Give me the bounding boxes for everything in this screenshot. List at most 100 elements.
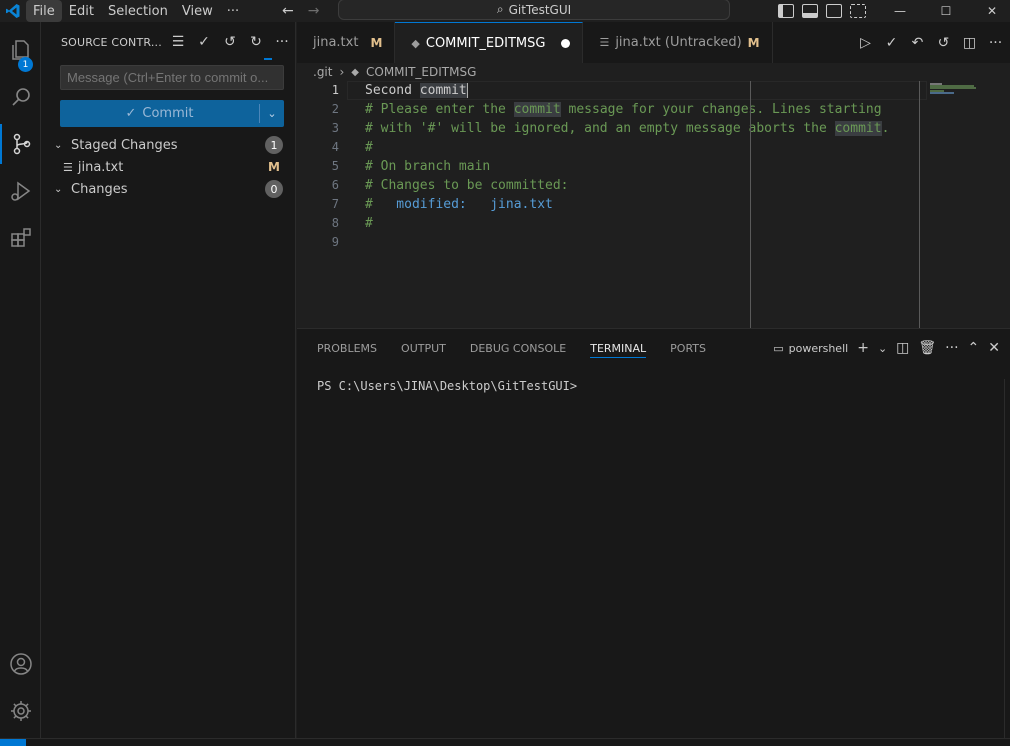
tab-problems[interactable]: PROBLEMS [317, 342, 377, 355]
code-text: # Please enter the [365, 102, 514, 117]
code-line-6: # Changes to be committed: [365, 178, 569, 193]
tab-jina-txt-untracked[interactable]: ☰ jina.txt (Untracked) M [583, 22, 773, 63]
minimap-line [930, 87, 976, 89]
modified-status-badge: M [268, 160, 280, 174]
undo-icon[interactable]: ↶ [909, 35, 926, 51]
check-icon: ✓ [125, 106, 137, 121]
more-actions-icon[interactable]: ··· [945, 340, 958, 356]
code-text: # with '#' will be ignored, and an empty… [365, 121, 835, 136]
commit-dropdown-chevron-icon[interactable]: ⌄ [260, 100, 284, 127]
line-number: 4 [331, 140, 339, 154]
staged-changes-label: Staged Changes [71, 137, 178, 153]
breadcrumb-file[interactable]: COMMIT_EDITMSG [366, 65, 476, 79]
terminal-scrollbar[interactable] [1004, 379, 1010, 739]
code-line-1: Second commit [365, 81, 925, 100]
text-file-icon: ☰ [599, 36, 610, 49]
code-lines: Second commit # Please enter the commit … [365, 81, 925, 252]
accounts-icon[interactable] [0, 644, 41, 684]
commit-check-icon[interactable]: ✓ [191, 34, 217, 50]
code-line-8: # [365, 216, 373, 231]
code-text: message for your changes. Lines starting [560, 102, 882, 117]
commit-message-input[interactable] [60, 65, 284, 90]
chevron-down-icon[interactable]: ⌄ [878, 342, 887, 355]
tab-commit-editmsg[interactable]: ◆ COMMIT_EDITMSG [395, 22, 584, 63]
commit-button[interactable]: ✓ Commit ⌄ [60, 100, 284, 127]
toggle-secondary-sidebar-icon[interactable] [826, 4, 842, 18]
trash-icon[interactable]: 🗑 [918, 340, 936, 356]
breadcrumb-folder[interactable]: .git [313, 65, 332, 79]
split-terminal-icon[interactable]: ◫ [896, 340, 909, 356]
line-number: 6 [331, 178, 339, 192]
maximize-panel-chevron-up-icon[interactable]: ⌃ [968, 340, 980, 356]
tab-debug-console[interactable]: DEBUG CONSOLE [470, 342, 566, 355]
vscode-logo-icon [0, 0, 26, 22]
word-highlight: commit [513, 102, 561, 117]
staged-file-name: jina.txt [77, 159, 124, 175]
remote-indicator[interactable] [0, 739, 26, 746]
history-icon[interactable]: ↺ [217, 34, 243, 50]
changes-group[interactable]: ⌄ Changes 0 [41, 178, 295, 200]
menu-selection[interactable]: Selection [101, 0, 175, 22]
more-actions-icon[interactable]: ··· [987, 35, 1004, 51]
close-panel-icon[interactable]: ✕ [988, 340, 1000, 356]
close-window-button[interactable]: ✕ [969, 0, 1010, 22]
maximize-button[interactable]: ☐ [923, 0, 969, 22]
tab-ports[interactable]: PORTS [670, 342, 706, 355]
unsaved-dot-icon[interactable] [561, 38, 571, 48]
command-center-search[interactable]: ⌕ GitTestGUI [338, 0, 730, 20]
code-line-2: # Please enter the commit message for yo… [365, 100, 925, 119]
editor-ruler [750, 81, 751, 328]
status-bar [0, 738, 1010, 746]
tab-modified-badge: M [747, 35, 760, 50]
explorer-badge: 1 [18, 57, 33, 72]
changes-count-badge: 0 [265, 180, 283, 198]
source-control-icon[interactable] [0, 124, 41, 164]
minimize-button[interactable]: — [877, 0, 923, 22]
line-number: 1 [331, 83, 339, 97]
menu-more[interactable]: ··· [220, 0, 246, 22]
back-arrow-icon[interactable]: ← [282, 3, 294, 19]
menu-edit[interactable]: Edit [62, 0, 101, 22]
minimap[interactable] [930, 81, 1010, 328]
breadcrumb: .git › ◆ COMMIT_EDITMSG [297, 63, 1010, 81]
staged-count-badge: 1 [265, 136, 283, 154]
new-terminal-plus-icon[interactable]: + [857, 340, 869, 356]
toggle-primary-sidebar-icon[interactable] [778, 4, 794, 18]
line-number: 2 [331, 102, 339, 116]
more-actions-icon[interactable]: ··· [269, 34, 295, 50]
progress-indicator [264, 58, 272, 60]
accept-commit-icon[interactable]: ✓ [883, 35, 900, 51]
run-debug-icon[interactable] [0, 171, 41, 211]
tab-output[interactable]: OUTPUT [401, 342, 446, 355]
view-as-list-icon[interactable]: ☰ [165, 34, 191, 50]
line-number: 7 [331, 197, 339, 211]
run-icon[interactable]: ▷ [857, 35, 874, 51]
forward-arrow-icon[interactable]: → [308, 3, 320, 19]
word-highlight: commit [834, 121, 882, 136]
tab-modified-badge: M [370, 35, 383, 50]
code-editor[interactable]: 1 2 3 4 5 6 7 8 9 Second commit # Please… [297, 81, 1010, 328]
settings-gear-icon[interactable] [0, 691, 41, 731]
extensions-icon[interactable] [0, 218, 41, 258]
tab-terminal[interactable]: TERMINAL [590, 342, 647, 358]
menu-view[interactable]: View [175, 0, 220, 22]
toggle-panel-icon[interactable] [802, 4, 818, 18]
tab-jina-txt[interactable]: jina.txt M [297, 22, 396, 63]
staged-changes-group[interactable]: ⌄ Staged Changes 1 [41, 134, 295, 156]
code-text: Second [365, 83, 420, 98]
line-number-gutter: 1 2 3 4 5 6 7 8 9 [297, 81, 347, 252]
customize-layout-icon[interactable] [850, 4, 866, 18]
refresh-icon[interactable]: ↻ [243, 34, 269, 50]
split-editor-icon[interactable]: ◫ [961, 35, 978, 51]
search-view-icon[interactable] [0, 77, 41, 117]
menu-file[interactable]: File [26, 0, 62, 22]
shell-name: powershell [788, 341, 849, 355]
timeline-history-icon[interactable]: ↺ [935, 35, 952, 51]
code-line-4: # [365, 140, 373, 155]
terminal-prompt[interactable]: PS C:\Users\JINA\Desktop\GitTestGUI> [317, 379, 577, 393]
terminal-shell-selector[interactable]: ▭ powershell [773, 342, 848, 355]
line-number: 5 [331, 159, 339, 173]
chevron-down-icon: ⌄ [54, 139, 63, 151]
explorer-icon[interactable]: 1 [0, 30, 41, 72]
staged-file-item[interactable]: ☰ jina.txt M [41, 156, 295, 178]
